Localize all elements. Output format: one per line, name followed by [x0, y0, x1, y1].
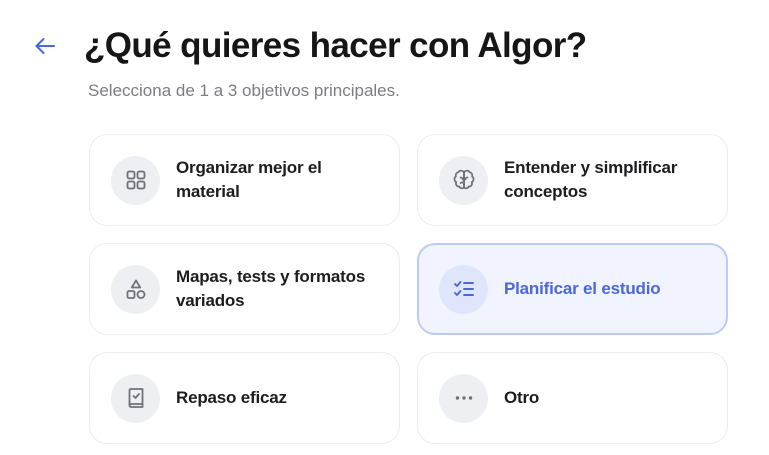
option-icon-badge [111, 264, 160, 314]
option-label: Repaso eficaz [176, 388, 287, 407]
option-label: Organizar mejor el material [176, 158, 322, 201]
option-label: Entender y simplificar conceptos [504, 158, 678, 201]
option-card-repaso[interactable]: Repaso eficaz [89, 352, 400, 444]
option-card-planificar[interactable]: Planificar el estudio [417, 243, 728, 335]
options-grid: Organizar mejor el material Entender y s… [89, 134, 728, 444]
option-icon-badge [111, 373, 160, 423]
page-subtitle: Selecciona de 1 a 3 objetivos principale… [88, 81, 400, 100]
option-label: Planificar el estudio [504, 279, 661, 298]
page-title: ¿Qué quieres hacer con Algor? [84, 26, 587, 65]
option-card-entender[interactable]: Entender y simplificar conceptos [417, 134, 728, 226]
goal-selection-page: ¿Qué quieres hacer con Algor? Selecciona… [0, 0, 769, 455]
checklist-icon [453, 281, 474, 296]
option-icon-badge [111, 155, 160, 205]
shapes-icon [126, 279, 145, 299]
option-icon-badge [439, 373, 488, 423]
option-card-otro[interactable]: Otro [417, 352, 728, 444]
option-card-mapas[interactable]: Mapas, tests y formatos variados [89, 243, 400, 335]
option-icon-badge [439, 155, 488, 205]
back-button[interactable] [30, 32, 60, 60]
arrow-left-icon [35, 38, 55, 54]
option-icon-badge [439, 264, 488, 314]
grid-icon [126, 170, 145, 190]
option-label: Mapas, tests y formatos variados [176, 267, 366, 310]
option-card-organizar[interactable]: Organizar mejor el material [89, 134, 400, 226]
notebook-check-icon [128, 388, 143, 408]
brain-icon [453, 169, 474, 190]
more-icon [455, 396, 472, 400]
option-label: Otro [504, 388, 540, 407]
